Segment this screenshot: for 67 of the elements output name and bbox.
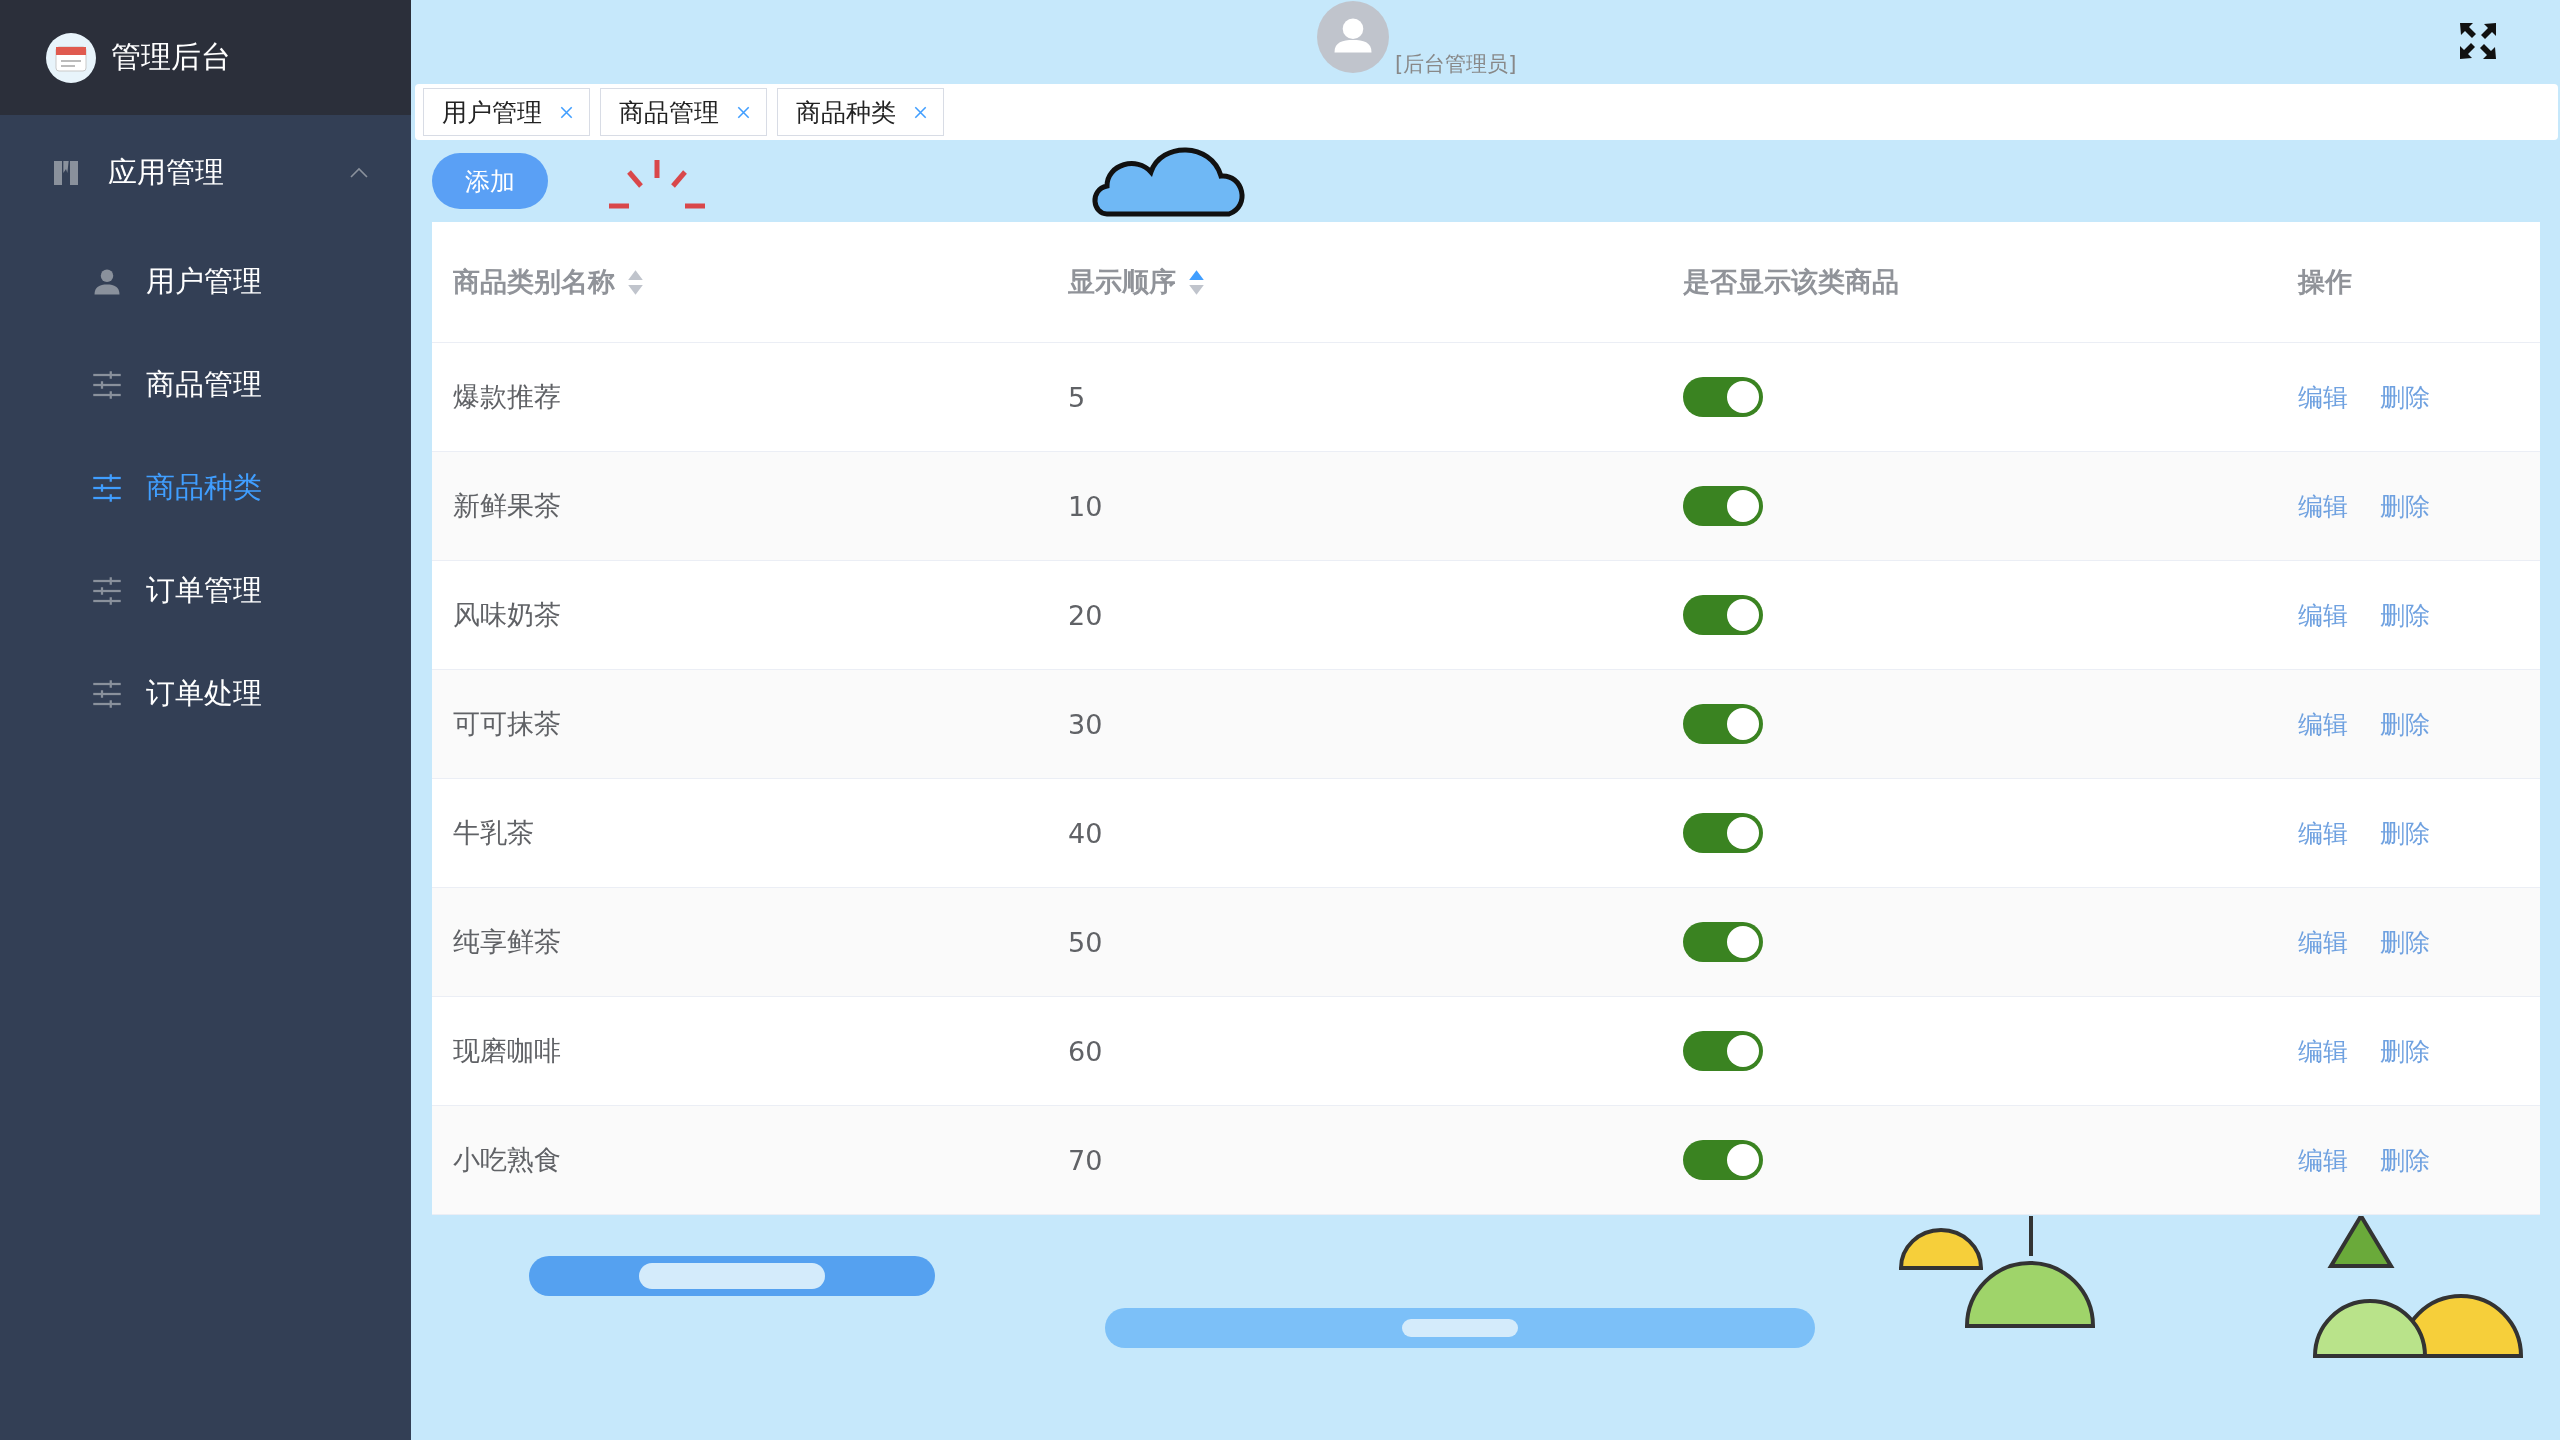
tab[interactable]: 商品种类 bbox=[777, 88, 944, 136]
table-cell: 40 bbox=[1068, 817, 1103, 849]
sidebar-item[interactable]: 商品种类 bbox=[0, 436, 411, 539]
tab[interactable]: 商品管理 bbox=[600, 88, 767, 136]
fullscreen-icon[interactable] bbox=[2458, 21, 2498, 61]
close-icon[interactable] bbox=[560, 105, 573, 119]
chevron-icon bbox=[349, 166, 369, 179]
sliders-icon bbox=[92, 678, 122, 709]
user-role: [后台管理员] bbox=[1395, 51, 1517, 78]
action-link[interactable]: 删除 bbox=[2380, 925, 2430, 959]
column-header: 是否显示该类商品 bbox=[1683, 265, 1899, 299]
action-link[interactable]: 编辑 bbox=[2298, 380, 2348, 414]
table-cell: 30 bbox=[1068, 708, 1103, 740]
close-icon[interactable] bbox=[914, 105, 927, 119]
action-link[interactable]: 删除 bbox=[2380, 1034, 2430, 1068]
column-header: 操作 bbox=[2298, 265, 2352, 299]
table-cell: 20 bbox=[1068, 599, 1103, 631]
table-cell-text: 牛乳茶 bbox=[453, 816, 534, 850]
table-cell-text: 纯享鲜茶 bbox=[453, 925, 561, 959]
toggle-switch[interactable] bbox=[1683, 486, 1763, 526]
sidebar-item[interactable]: 商品管理 bbox=[0, 333, 411, 436]
action-link[interactable]: 编辑 bbox=[2298, 598, 2348, 632]
logo-icon bbox=[45, 31, 97, 84]
close-icon[interactable] bbox=[737, 105, 750, 119]
action-link[interactable]: 编辑 bbox=[2298, 925, 2348, 959]
column-header: 商品类别名称 bbox=[453, 265, 615, 299]
toggle-switch[interactable] bbox=[1683, 704, 1763, 744]
action-link[interactable]: 编辑 bbox=[2298, 489, 2348, 523]
sliders-icon bbox=[92, 472, 122, 503]
toggle-switch[interactable] bbox=[1683, 813, 1763, 853]
table-cell: 5 bbox=[1068, 381, 1086, 413]
action-link[interactable]: 编辑 bbox=[2298, 707, 2348, 741]
table-cell: 70 bbox=[1068, 1144, 1103, 1176]
action-link[interactable]: 编辑 bbox=[2298, 816, 2348, 850]
action-link[interactable]: 删除 bbox=[2380, 1143, 2430, 1177]
toggle-switch[interactable] bbox=[1683, 595, 1763, 635]
column-header: 显示顺序 bbox=[1068, 265, 1176, 299]
table-cell-text: 新鲜果茶 bbox=[453, 489, 561, 523]
tab[interactable]: 用户管理 bbox=[423, 88, 590, 136]
menu-group[interactable]: 应用管理 bbox=[0, 115, 411, 230]
table-cell-text: 可可抹茶 bbox=[453, 707, 561, 741]
app-title: 管理后台 bbox=[111, 38, 231, 76]
action-link[interactable]: 删除 bbox=[2380, 489, 2430, 523]
table-cell-text: 爆款推荐 bbox=[453, 380, 561, 414]
toggle-switch[interactable] bbox=[1683, 377, 1763, 417]
action-link[interactable]: 编辑 bbox=[2298, 1143, 2348, 1177]
action-link[interactable]: 删除 bbox=[2380, 598, 2430, 632]
table-cell: 10 bbox=[1068, 490, 1103, 522]
action-link[interactable]: 删除 bbox=[2380, 707, 2430, 741]
toggle-switch[interactable] bbox=[1683, 1031, 1763, 1071]
table-cell: 60 bbox=[1068, 1035, 1103, 1067]
sliders-icon bbox=[92, 575, 122, 606]
table-cell-text: 现磨咖啡 bbox=[453, 1034, 561, 1068]
action-link[interactable]: 编辑 bbox=[2298, 1034, 2348, 1068]
action-link[interactable]: 删除 bbox=[2380, 816, 2430, 850]
sidebar-item[interactable]: 订单处理 bbox=[0, 642, 411, 745]
action-link[interactable]: 删除 bbox=[2380, 380, 2430, 414]
sort-icon[interactable] bbox=[1188, 268, 1205, 296]
sidebar-item[interactable]: 用户管理 bbox=[0, 230, 411, 333]
sliders-icon bbox=[92, 369, 122, 400]
sidebar-item[interactable]: 订单管理 bbox=[0, 539, 411, 642]
add-button[interactable]: 添加 bbox=[432, 153, 548, 209]
toggle-switch[interactable] bbox=[1683, 922, 1763, 962]
table-cell-text: 风味奶茶 bbox=[453, 598, 561, 632]
toggle-switch[interactable] bbox=[1683, 1140, 1763, 1180]
table-cell-text: 小吃熟食 bbox=[453, 1143, 561, 1177]
table-cell: 50 bbox=[1068, 926, 1103, 958]
